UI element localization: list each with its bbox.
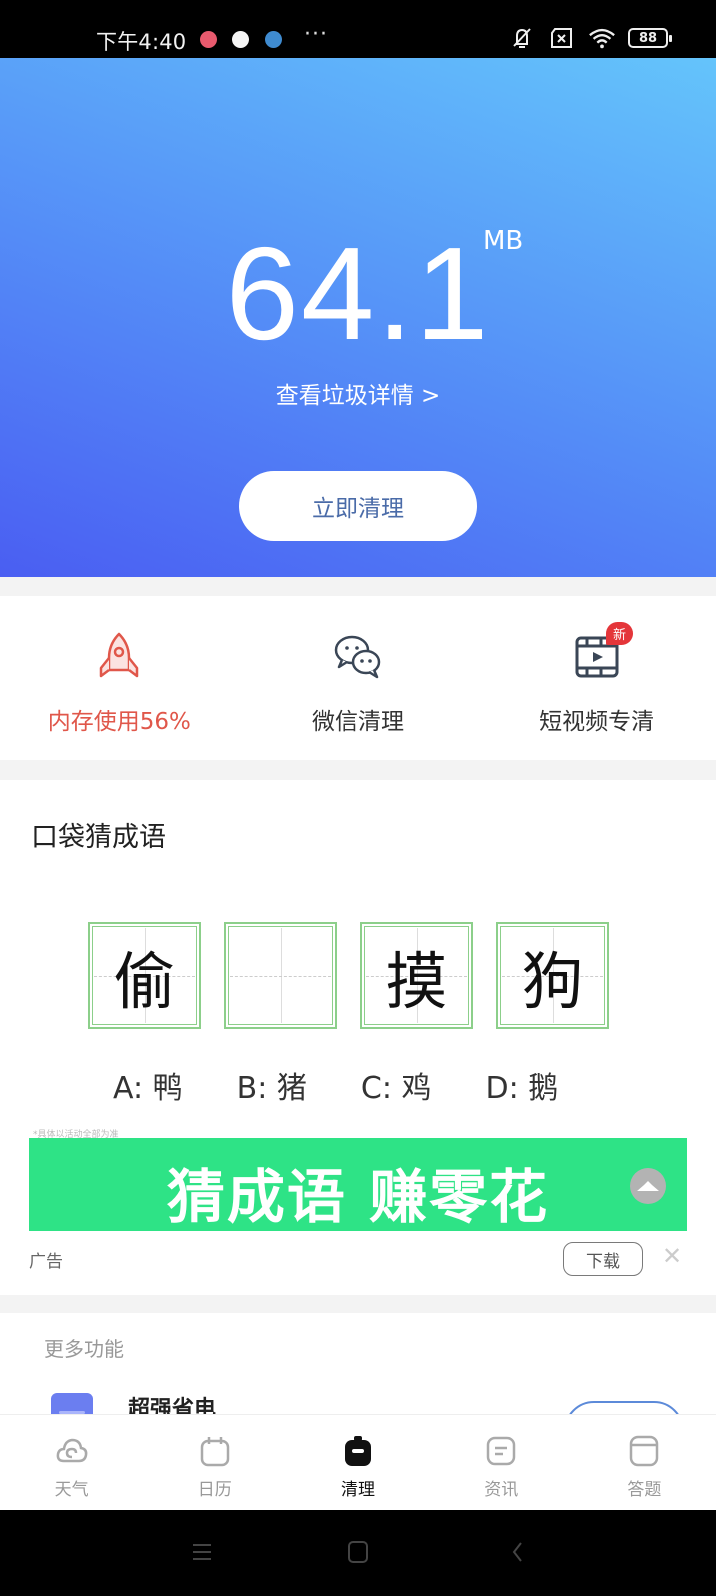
clean-icon [345, 1436, 371, 1466]
idiom-char: 摸 [385, 944, 448, 1018]
more-functions-title: 更多功能 [44, 1337, 124, 1361]
status-time: 下午4:40 [96, 30, 187, 54]
wifi-icon [588, 26, 616, 50]
tool-memory-boost[interactable]: 内存使用56% [0, 596, 239, 760]
tab-clean[interactable]: 清理 [286, 1415, 429, 1510]
idiom-blank-box[interactable] [224, 922, 337, 1029]
app-notification-icon-blue [265, 31, 282, 48]
clean-now-button[interactable]: 立即清理 [239, 471, 477, 541]
back-icon[interactable] [506, 1540, 530, 1564]
rocket-icon [100, 632, 139, 678]
home-icon[interactable] [346, 1540, 370, 1564]
idiom-option-a[interactable]: A: 鸭 [113, 1063, 183, 1107]
tab-weather[interactable]: 天气 [0, 1415, 143, 1510]
tab-label: 日历 [197, 1480, 232, 1500]
tab-label: 答题 [627, 1480, 662, 1500]
ad-download-button[interactable]: 下载 [563, 1242, 643, 1276]
battery-icon: 88 [628, 28, 672, 48]
ad-label: 广告 [29, 1252, 63, 1272]
system-navigation-bar [0, 1510, 716, 1596]
idiom-char: 偷 [113, 944, 176, 1018]
tool-short-video-clean[interactable]: 短视频专清 [477, 596, 716, 760]
quiz-icon [630, 1435, 659, 1467]
battery-level: 88 [638, 30, 658, 46]
weather-icon [56, 1438, 87, 1463]
junk-size-unit: MB [483, 226, 524, 256]
menu-icon[interactable] [190, 1540, 214, 1564]
junk-size-value: 64.1 [225, 220, 491, 367]
idiom-char-box: 狗 [496, 922, 609, 1029]
idiom-options: A: 鸭 B: 猪 C: 鸡 D: 鹅 [113, 1063, 558, 1107]
app-notification-icon-colorful [232, 31, 249, 48]
quick-tools: 内存使用56% 微信清理 短视频专清 [0, 596, 716, 760]
tab-label: 天气 [54, 1480, 89, 1500]
idiom-char-box: 偷 [88, 922, 201, 1029]
status-bar: 下午4:40 ··· 88 [0, 0, 716, 58]
bottom-tab-bar: 天气 日历 清理 资讯 答题 [0, 1414, 716, 1510]
tool-label: 微信清理 [312, 709, 404, 735]
idiom-char: 狗 [521, 944, 584, 1018]
ad-brand-logo-icon [630, 1168, 666, 1204]
app-notification-icon-red [200, 31, 217, 48]
tab-quiz[interactable]: 答题 [573, 1415, 716, 1510]
idiom-character-boxes: 偷 摸 狗 [88, 922, 609, 1029]
more-notifications-icon: ··· [304, 22, 328, 47]
idiom-game-card: 口袋猜成语 偷 摸 狗 A: 鸭 B: 猪 C: 鸡 D: 鹅 *具体以活动全部… [0, 780, 716, 1295]
more-functions-section: 更多功能 超强省电 [0, 1313, 716, 1461]
no-sim-icon [548, 26, 576, 50]
calendar-icon [200, 1437, 230, 1467]
tab-news[interactable]: 资讯 [430, 1415, 573, 1510]
idiom-char-box: 摸 [360, 922, 473, 1029]
mute-icon [508, 26, 536, 50]
idiom-option-b[interactable]: B: 猪 [237, 1063, 307, 1107]
ad-banner-text: 猜成语 赚零花 [166, 1163, 550, 1231]
news-icon [486, 1436, 516, 1466]
idiom-option-c[interactable]: C: 鸡 [361, 1063, 432, 1107]
tool-label: 短视频专清 [539, 709, 655, 735]
ad-close-icon[interactable]: ✕ [662, 1242, 682, 1270]
idiom-game-title: 口袋猜成语 [31, 822, 166, 853]
tool-label: 内存使用56% [47, 709, 191, 735]
tab-calendar[interactable]: 日历 [143, 1415, 286, 1510]
junk-detail-link[interactable]: 查看垃圾详情 > [0, 376, 716, 410]
new-badge: 新 [606, 622, 633, 645]
tool-wechat-clean[interactable]: 微信清理 [239, 596, 478, 760]
idiom-option-d[interactable]: D: 鹅 [485, 1063, 558, 1107]
tab-label: 资讯 [484, 1480, 519, 1500]
ad-banner[interactable]: 猜成语 赚零花 [29, 1138, 687, 1231]
tab-label: 清理 [341, 1480, 375, 1500]
junk-summary-hero: 64.1 MB 查看垃圾详情 > 立即清理 [0, 58, 716, 577]
wechat-icon [334, 635, 381, 679]
